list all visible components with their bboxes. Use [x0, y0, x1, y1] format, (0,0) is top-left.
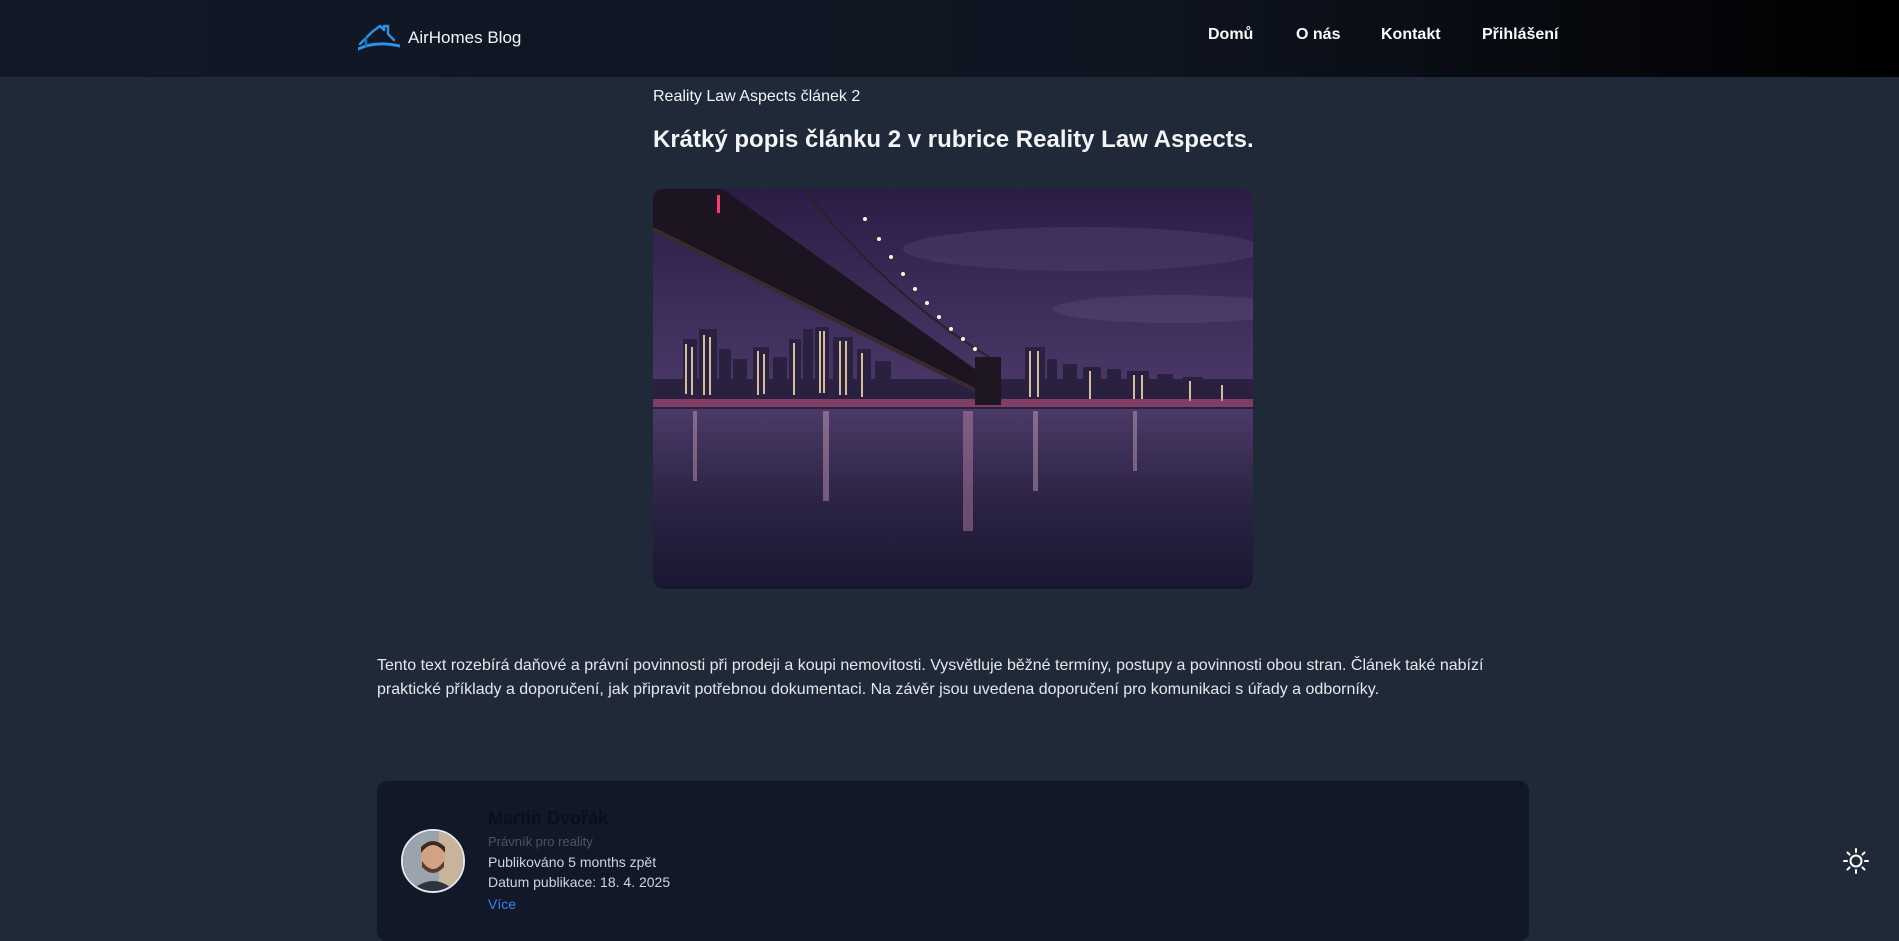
- author-name: Martin Dvořák: [488, 808, 609, 828]
- nav-home[interactable]: Domů: [1208, 26, 1253, 44]
- site-header: AirHomes Blog Domů O nás Kontakt Přihláš…: [0, 0, 1899, 77]
- author-avatar: [401, 829, 465, 893]
- author-more-link[interactable]: Více: [488, 896, 516, 912]
- theme-toggle-button[interactable]: [1838, 843, 1874, 879]
- article-hero-image: [653, 189, 1253, 589]
- author-date: Datum publikace: 18. 4. 2025: [488, 874, 671, 890]
- city-bridge-night-photo: [653, 189, 1253, 589]
- main-nav: Domů O nás Kontakt Přihlášení: [0, 26, 1899, 50]
- author-card: Martin Dvořák Právník pro reality Publik…: [377, 781, 1529, 941]
- article-category: Reality Law Aspects článek 2: [653, 88, 861, 105]
- author-published: Publikováno 5 months zpět: [488, 854, 657, 870]
- author-role: Právník pro reality: [488, 834, 593, 849]
- nav-login[interactable]: Přihlášení: [1482, 26, 1558, 44]
- nav-contact[interactable]: Kontakt: [1381, 26, 1441, 44]
- nav-about[interactable]: O nás: [1296, 26, 1340, 44]
- sun-icon: [1843, 848, 1869, 874]
- article-title: Krátký popis článku 2 v rubrice Reality …: [653, 126, 1254, 153]
- article-body: Tento text rozebírá daňové a právní povi…: [377, 657, 1484, 698]
- person-avatar-icon: [403, 831, 463, 891]
